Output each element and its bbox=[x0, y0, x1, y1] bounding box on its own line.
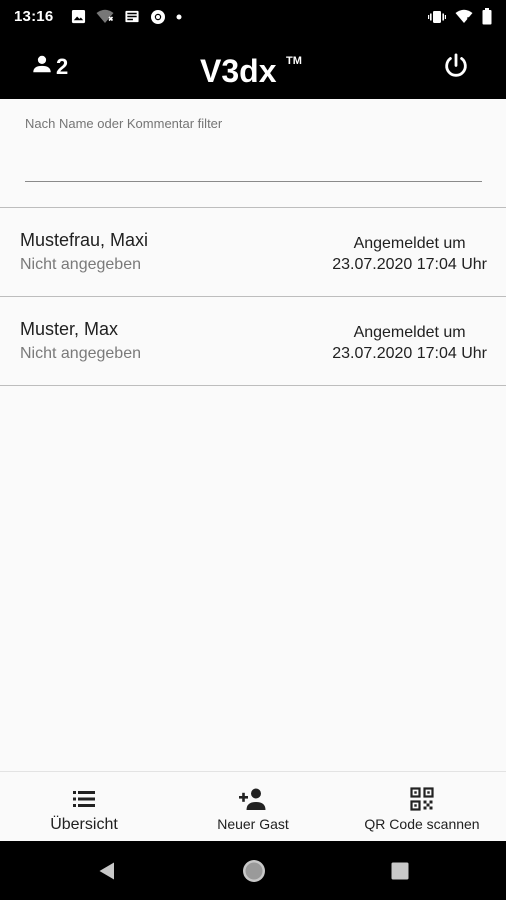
filter-section: Nach Name oder Kommentar filter bbox=[0, 99, 506, 207]
power-icon bbox=[445, 53, 467, 77]
nav-new-guest[interactable]: Neuer Gast bbox=[203, 772, 303, 842]
system-navigation-bar bbox=[0, 841, 506, 900]
battery-icon bbox=[482, 8, 492, 25]
checkin-label: Angemeldet um bbox=[353, 235, 466, 252]
logout-button[interactable] bbox=[442, 52, 470, 80]
chrome-icon bbox=[150, 9, 166, 25]
person-icon bbox=[31, 53, 53, 80]
guest-checkin-status: Angemeldet um 23.07.2020 17:04 Uhr bbox=[332, 233, 487, 275]
home-button[interactable] bbox=[239, 841, 269, 900]
nav-qr-scan-label: QR Code scannen bbox=[364, 816, 480, 832]
nav-qr-scan[interactable]: QR Code scannen bbox=[352, 772, 492, 842]
filter-input[interactable] bbox=[25, 141, 482, 182]
wifi-off-icon bbox=[96, 9, 114, 24]
guest-list-item[interactable]: Mustefrau, Maxi Nicht angegeben Angemeld… bbox=[0, 208, 506, 296]
list-icon bbox=[72, 787, 96, 811]
vibrate-icon bbox=[428, 10, 446, 24]
guest-checkin-status: Angemeldet um 23.07.2020 17:04 Uhr bbox=[332, 322, 487, 364]
guest-list-item[interactable]: Muster, Max Nicht angegeben Angemeldet u… bbox=[0, 297, 506, 385]
dot-icon bbox=[176, 14, 182, 20]
guest-comment: Nicht angegeben bbox=[20, 256, 141, 273]
status-right-icons bbox=[428, 8, 492, 25]
add-person-icon bbox=[238, 787, 268, 811]
guest-count: 2 bbox=[56, 53, 69, 79]
nav-new-guest-label: Neuer Gast bbox=[217, 816, 289, 832]
home-icon bbox=[243, 859, 265, 882]
bottom-navigation: Übersicht Neuer Gast QR Code scannen bbox=[0, 771, 506, 841]
image-icon bbox=[71, 9, 86, 24]
present-guests-counter[interactable]: 2 bbox=[31, 53, 68, 80]
guest-name: Mustefrau, Maxi bbox=[20, 230, 149, 250]
back-button[interactable] bbox=[92, 841, 122, 900]
nav-overview-label: Übersicht bbox=[50, 816, 118, 833]
status-left-icons bbox=[71, 9, 182, 25]
checkin-datetime: 23.07.2020 17:04 Uhr bbox=[332, 345, 487, 362]
app-logo: V3dx TM bbox=[200, 50, 310, 89]
back-icon bbox=[99, 862, 114, 879]
status-bar: 13:16 bbox=[0, 0, 506, 33]
app-bar: 2 V3dx TM bbox=[0, 33, 506, 99]
status-time: 13:16 bbox=[14, 8, 54, 25]
divider bbox=[0, 385, 506, 386]
filter-label: Nach Name oder Kommentar filter bbox=[25, 116, 223, 131]
news-icon bbox=[124, 9, 140, 24]
qr-code-icon bbox=[410, 787, 434, 811]
wifi-icon bbox=[455, 9, 473, 24]
nav-overview[interactable]: Übersicht bbox=[34, 772, 134, 842]
logo-trademark: TM bbox=[286, 55, 302, 67]
recents-icon bbox=[391, 862, 409, 879]
guest-name: Muster, Max bbox=[20, 319, 119, 339]
guest-comment: Nicht angegeben bbox=[20, 345, 141, 362]
logo-text: V3dx bbox=[200, 53, 277, 86]
checkin-datetime: 23.07.2020 17:04 Uhr bbox=[332, 256, 487, 273]
recents-button[interactable] bbox=[385, 841, 415, 900]
checkin-label: Angemeldet um bbox=[353, 324, 466, 341]
